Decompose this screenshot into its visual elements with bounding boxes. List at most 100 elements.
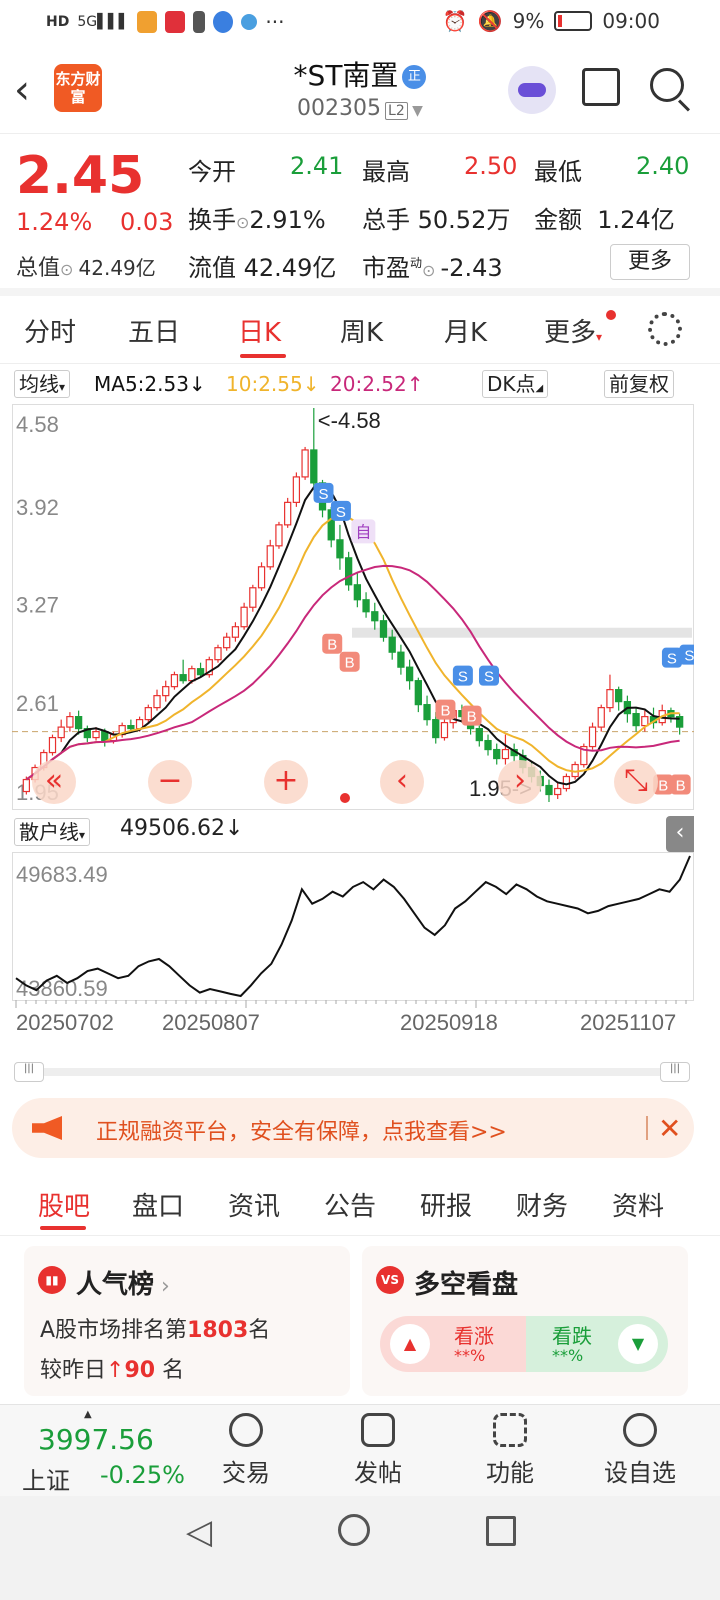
tab-profile[interactable]: 资料 (612, 1186, 664, 1223)
dk-point-button[interactable]: DK点◢ (482, 370, 549, 398)
more-quote-button[interactable]: 更多 (610, 244, 690, 280)
system-home-icon[interactable] (338, 1514, 370, 1546)
candle-body (414, 680, 422, 706)
nav-trade[interactable]: 交易 (206, 1409, 286, 1488)
fullscreen-button[interactable]: ⤡ (614, 760, 658, 804)
ma20-value: 20:2.52↑ (330, 372, 424, 396)
indicator-selector-2[interactable]: 散户线▾ (14, 818, 91, 846)
last-price: 2.45 (16, 146, 145, 206)
rank-suffix: 名 (248, 1318, 271, 1343)
svg-text:S: S (684, 648, 694, 665)
indicator-y-tick: 49683.49 (16, 862, 108, 887)
ma5-value: MA5:2.53↓ (94, 372, 206, 396)
scroller-left-handle[interactable]: ||| (14, 1062, 44, 1082)
close-icon[interactable]: ✕ (658, 1112, 681, 1145)
chart-range-scroller[interactable]: ||| ||| (14, 1062, 690, 1082)
megaphone-icon (32, 1116, 62, 1140)
tab-five-day[interactable]: 五日 (128, 312, 180, 349)
regular-badge-icon: 正 (402, 65, 427, 89)
system-back-icon[interactable]: ◁ (186, 1512, 212, 1552)
index-name: 上证 (22, 1467, 70, 1495)
index-value: 3997.56 (38, 1423, 154, 1456)
adjust-button[interactable]: 前复权 (604, 370, 674, 398)
volume-value: 50.52万 (417, 206, 511, 234)
popularity-card[interactable]: ▮▮ 人气榜 › A股市场排名第1803名 较昨日↑90 名 (24, 1246, 350, 1396)
tab-more-label: 更多 (544, 318, 597, 348)
tab-intraday[interactable]: 分时 (24, 312, 76, 349)
nav-add-watchlist[interactable]: 设自选 (600, 1409, 680, 1488)
tab-finance[interactable]: 财务 (516, 1186, 568, 1223)
tab-daily-k[interactable]: 日K (238, 312, 281, 349)
gear-icon[interactable] (648, 312, 682, 346)
nav-post[interactable]: 发帖 (338, 1409, 418, 1488)
tab-news[interactable]: 资讯 (228, 1186, 280, 1223)
level2-badge: L2 (385, 102, 408, 120)
turnover-value: 2.91% (249, 206, 326, 234)
svg-text:S: S (319, 486, 329, 503)
prev-button[interactable]: ‹ (380, 760, 424, 804)
x-tick-label: 20250918 (400, 1010, 498, 1035)
app-notify-icon (137, 11, 158, 33)
pe-superscript: 动 (410, 256, 423, 270)
rank-change-line: 较昨日↑90 名 (40, 1352, 184, 1384)
active-tab-underline (240, 354, 286, 358)
nav-functions[interactable]: 功能 (470, 1409, 550, 1488)
promo-banner[interactable]: 正规融资平台，安全有保障，点我查看>> ✕ (12, 1098, 694, 1158)
sell-marker: S (452, 665, 473, 686)
mktcap-value: 42.49亿 (78, 256, 156, 280)
buy-marker: B (461, 705, 482, 726)
index-ticker[interactable]: ▲ 3997.56 上证 -0.25% (14, 1409, 194, 1495)
candle-body (22, 778, 31, 793)
candlestick-chart[interactable]: 4.583.923.272.611.95<-4.581.95->SSSSSS自B… (12, 404, 694, 810)
bottom-nav: ▲ 3997.56 上证 -0.25% 交易 发帖 功能 设自选 (0, 1404, 720, 1496)
float-label: 流值 (188, 254, 236, 282)
rank-change-value: 90 (124, 1358, 156, 1383)
candle-body (188, 668, 196, 682)
svg-text:B: B (467, 709, 477, 726)
tab-guba[interactable]: 股吧 (38, 1186, 90, 1223)
candle-body (641, 716, 649, 727)
candle-body (275, 524, 283, 547)
share-icon[interactable] (582, 68, 620, 106)
bull-bear-title: 多空看盘 (414, 1270, 519, 1300)
search-icon[interactable] (650, 68, 684, 102)
rank-change-suffix: 名 (162, 1358, 185, 1383)
candle-body (249, 587, 257, 608)
tab-announcements[interactable]: 公告 (324, 1186, 376, 1223)
svg-text:S: S (484, 669, 494, 686)
scroll-left-button[interactable]: « (32, 760, 76, 804)
low-label: 最低 (534, 158, 582, 186)
bull-button[interactable]: ▲ 看涨 **% (380, 1316, 526, 1372)
bear-button[interactable]: 看跌 **% ▼ (526, 1316, 668, 1372)
bear-value: **% (552, 1346, 584, 1365)
y-tick-label: 4.58 (16, 412, 59, 437)
next-button[interactable]: › (498, 760, 542, 804)
candle-body (240, 606, 248, 628)
ma10-value: 10:2.55↓ (226, 372, 320, 396)
tab-weekly-k[interactable]: 周K (340, 312, 383, 349)
candle-body (432, 719, 440, 739)
candle-body (597, 707, 605, 728)
mktcap-label: 总值 (16, 256, 61, 281)
banner-text[interactable]: 正规融资平台，安全有保障，点我查看>> (96, 1114, 507, 1146)
scroller-right-handle[interactable]: ||| (660, 1062, 690, 1082)
candle-body (170, 674, 179, 688)
tab-pankou[interactable]: 盘口 (132, 1186, 184, 1223)
ma-legend: 均线▾ MA5:2.53↓ 10:2.55↓ 20:2.52↑ DK点◢ 前复权 (0, 368, 720, 400)
rank-line: A股市场排名第1803名 (40, 1312, 270, 1344)
candle-body (379, 620, 388, 638)
indicator-selector[interactable]: 均线▾ (14, 370, 71, 398)
tab-monthly-k[interactable]: 月K (444, 312, 487, 349)
tab-research[interactable]: 研报 (420, 1186, 472, 1223)
zoom-in-button[interactable]: + (264, 760, 308, 804)
nav-functions-label: 功能 (486, 1459, 534, 1487)
collapse-panel-icon[interactable]: ‹ (666, 816, 694, 852)
open-label: 今开 (188, 158, 236, 186)
more-dots-icon (623, 1413, 657, 1447)
bar-chart-icon: ▮▮ (38, 1266, 66, 1294)
zoom-out-button[interactable]: − (148, 760, 192, 804)
battery-level: 9% (512, 9, 545, 33)
system-recents-icon[interactable] (486, 1516, 516, 1546)
tab-more[interactable]: 更多▾ (544, 312, 602, 349)
ai-assistant-icon[interactable] (508, 66, 556, 114)
